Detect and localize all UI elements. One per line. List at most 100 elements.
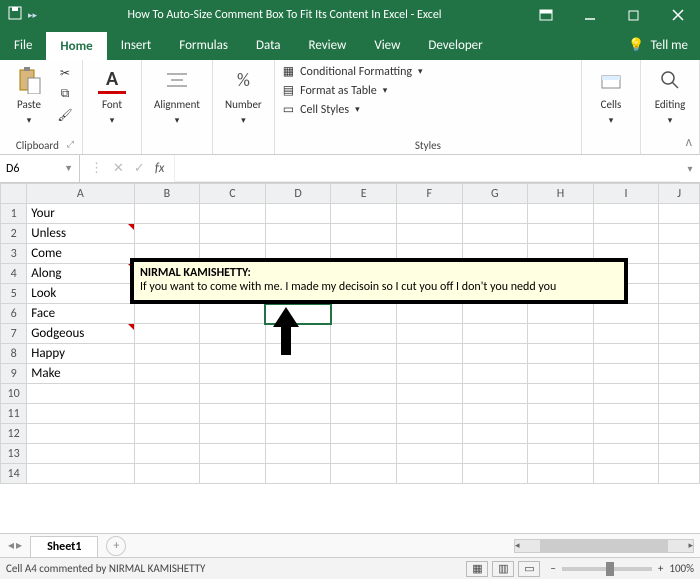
cell[interactable]: Your	[27, 204, 134, 224]
cell[interactable]	[659, 284, 700, 304]
cell[interactable]	[331, 444, 397, 464]
cell[interactable]: Happy	[27, 344, 134, 364]
cell[interactable]	[396, 424, 462, 444]
row-header[interactable]: 6	[1, 304, 27, 324]
cell[interactable]	[593, 224, 659, 244]
collapse-ribbon-icon[interactable]: ʌ	[686, 133, 692, 150]
cell[interactable]	[659, 304, 700, 324]
row-header[interactable]: 11	[1, 404, 27, 424]
row-header[interactable]: 1	[1, 204, 27, 224]
row-header[interactable]: 2	[1, 224, 27, 244]
tab-view[interactable]: View	[360, 30, 414, 60]
cell[interactable]	[528, 444, 594, 464]
column-header[interactable]: E	[331, 184, 397, 204]
cell[interactable]	[200, 304, 266, 324]
font-button[interactable]: A Font ▾	[91, 64, 133, 128]
cell[interactable]	[331, 204, 397, 224]
cell[interactable]	[593, 204, 659, 224]
cell[interactable]	[200, 464, 266, 484]
cell[interactable]	[396, 364, 462, 384]
cell[interactable]	[528, 344, 594, 364]
cell[interactable]	[396, 204, 462, 224]
cell[interactable]	[462, 404, 528, 424]
tab-developer[interactable]: Developer	[414, 30, 496, 60]
cell[interactable]	[659, 204, 700, 224]
cell[interactable]	[27, 464, 134, 484]
cell[interactable]	[528, 384, 594, 404]
cell[interactable]	[593, 364, 659, 384]
cell[interactable]	[659, 444, 700, 464]
cell[interactable]	[396, 464, 462, 484]
cell[interactable]	[331, 324, 397, 344]
cell[interactable]	[200, 444, 266, 464]
zoom-slider[interactable]	[562, 567, 652, 571]
column-header[interactable]: I	[593, 184, 659, 204]
row-header[interactable]: 9	[1, 364, 27, 384]
cell[interactable]	[134, 324, 200, 344]
cell[interactable]	[265, 464, 331, 484]
cell[interactable]	[134, 204, 200, 224]
cell[interactable]	[593, 384, 659, 404]
cell[interactable]	[462, 224, 528, 244]
cell[interactable]: Come	[27, 244, 134, 264]
zoom-out-button[interactable]: −	[550, 562, 555, 575]
cell[interactable]	[200, 344, 266, 364]
cell[interactable]	[659, 344, 700, 364]
cell[interactable]	[528, 404, 594, 424]
dialog-launcher-icon[interactable]: ⤢	[67, 139, 74, 150]
worksheet-grid[interactable]: ABCDEFGHIJ1Your2Unless3Come4Along5Look6F…	[0, 183, 700, 533]
cell[interactable]	[134, 344, 200, 364]
cell[interactable]	[331, 384, 397, 404]
cell[interactable]	[462, 204, 528, 224]
cell[interactable]	[528, 464, 594, 484]
close-button[interactable]	[656, 0, 700, 30]
cells-button[interactable]: Cells ▾	[590, 64, 632, 128]
cell[interactable]: Look	[27, 284, 134, 304]
cell[interactable]	[134, 304, 200, 324]
row-header[interactable]: 8	[1, 344, 27, 364]
cell[interactable]	[331, 404, 397, 424]
cell[interactable]	[134, 224, 200, 244]
cut-icon[interactable]: ✂	[56, 64, 74, 82]
cell[interactable]	[134, 364, 200, 384]
tab-review[interactable]: Review	[295, 30, 361, 60]
cell[interactable]	[659, 264, 700, 284]
cell[interactable]	[134, 444, 200, 464]
cell[interactable]	[528, 304, 594, 324]
cell[interactable]	[200, 204, 266, 224]
cell[interactable]	[528, 204, 594, 224]
cell[interactable]	[462, 464, 528, 484]
cell[interactable]	[200, 224, 266, 244]
cell[interactable]: Unless	[27, 224, 134, 244]
cell[interactable]	[200, 324, 266, 344]
page-layout-icon[interactable]: ▥	[492, 561, 514, 577]
cell[interactable]	[200, 424, 266, 444]
horizontal-scrollbar[interactable]: ◂▸	[514, 539, 694, 553]
tab-file[interactable]: File	[0, 30, 46, 60]
tell-me[interactable]: 💡 Tell me	[616, 30, 700, 60]
column-header[interactable]: C	[200, 184, 266, 204]
cell[interactable]	[593, 324, 659, 344]
column-header[interactable]: J	[659, 184, 700, 204]
cell[interactable]	[200, 364, 266, 384]
cell[interactable]	[528, 224, 594, 244]
cell[interactable]	[134, 464, 200, 484]
cell[interactable]	[659, 324, 700, 344]
cell[interactable]	[331, 344, 397, 364]
cell[interactable]: Make	[27, 364, 134, 384]
conditional-formatting-button[interactable]: ▦Conditional Formatting ▾	[283, 64, 423, 79]
row-header[interactable]: 3	[1, 244, 27, 264]
expand-formula-icon[interactable]: ▾	[680, 155, 700, 182]
row-header[interactable]: 14	[1, 464, 27, 484]
cell[interactable]	[27, 424, 134, 444]
fx-icon[interactable]: fx	[155, 161, 165, 176]
cell[interactable]	[331, 224, 397, 244]
save-icon[interactable]	[8, 6, 22, 24]
cell[interactable]	[593, 464, 659, 484]
format-painter-icon[interactable]: 🖌	[56, 106, 74, 124]
tab-insert[interactable]: Insert	[107, 30, 166, 60]
column-header[interactable]: G	[462, 184, 528, 204]
column-header[interactable]: D	[265, 184, 331, 204]
cell[interactable]: Along	[27, 264, 134, 284]
cell[interactable]	[331, 424, 397, 444]
